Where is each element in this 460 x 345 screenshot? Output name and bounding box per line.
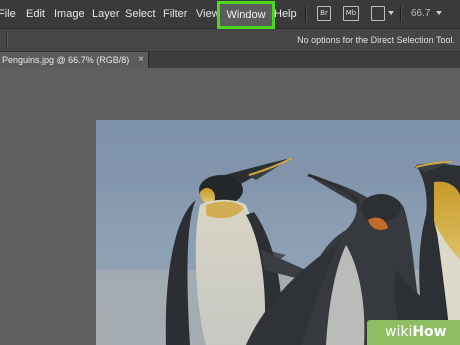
mini-bridge-icon[interactable]: Mb <box>343 6 359 21</box>
menu-filter[interactable]: Filter <box>163 0 187 28</box>
menu-layer[interactable]: Layer <box>92 0 120 28</box>
canvas-area[interactable] <box>0 68 460 345</box>
toolbar-separator <box>400 6 401 22</box>
menu-file[interactable]: File <box>0 0 16 28</box>
document-tab[interactable]: Penguins.jpg @ 66.7% (RGB/8) × <box>0 52 149 68</box>
menu-select[interactable]: Select <box>125 0 156 28</box>
logo-wiki-text: wiki <box>385 324 413 340</box>
zoom-dropdown-caret-icon[interactable] <box>436 11 442 15</box>
menu-edit[interactable]: Edit <box>26 0 45 28</box>
document-tab-label: Penguins.jpg @ 66.7% (RGB/8) <box>2 55 130 65</box>
close-icon[interactable]: × <box>138 52 144 68</box>
menu-window-highlighted[interactable]: Window <box>217 1 275 29</box>
menu-help[interactable]: Help <box>274 0 297 28</box>
options-message: No options for the Direct Selection Tool… <box>297 35 455 45</box>
wikihow-logo: wikiHow <box>367 320 460 345</box>
menu-window-label: Window <box>220 4 272 26</box>
arrange-dropdown-caret-icon[interactable] <box>388 11 394 15</box>
menu-image[interactable]: Image <box>54 0 85 28</box>
arrange-documents-icon[interactable] <box>371 6 385 21</box>
penguins-photo[interactable] <box>96 120 460 345</box>
options-separator <box>6 32 7 48</box>
zoom-level[interactable]: 66.7 <box>411 0 430 28</box>
bridge-icon[interactable]: Br <box>317 6 331 21</box>
menu-bar: File Edit Image Layer Select Filter View… <box>0 0 460 29</box>
options-bar: No options for the Direct Selection Tool… <box>0 29 460 52</box>
logo-how-text: How <box>412 324 447 340</box>
document-tab-bar: Penguins.jpg @ 66.7% (RGB/8) × <box>0 52 460 68</box>
toolbar-separator <box>305 6 306 22</box>
